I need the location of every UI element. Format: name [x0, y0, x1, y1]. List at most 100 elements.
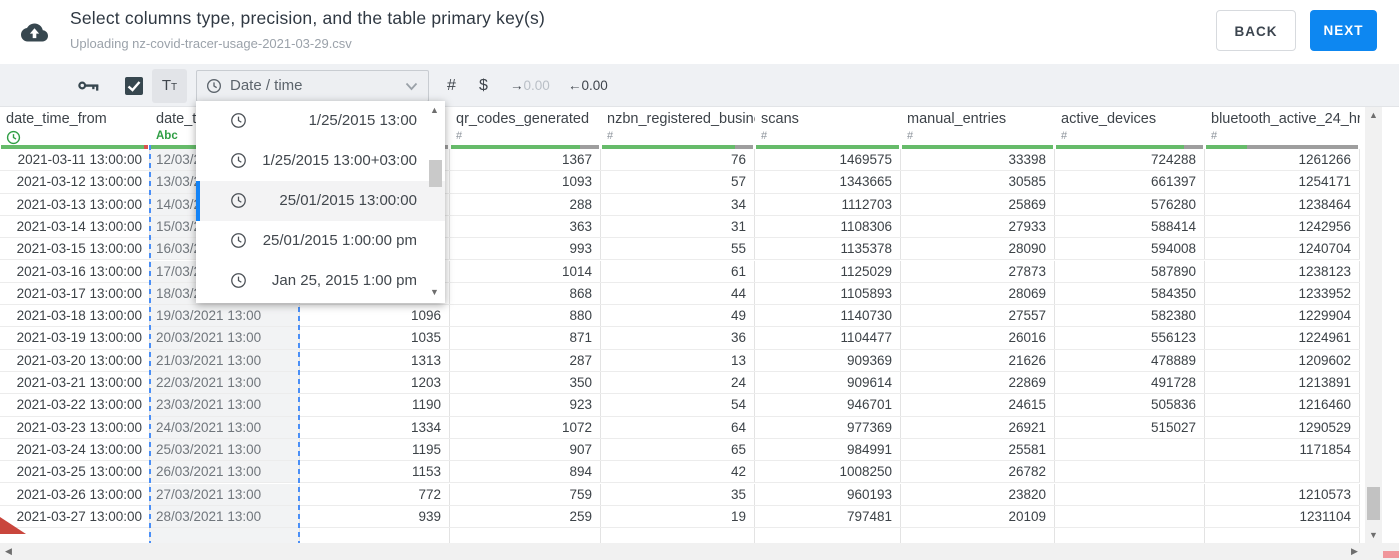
table-cell: 24/03/2021 13:00 — [150, 416, 300, 438]
type-option[interactable]: 25/01/2015 13:00:00 — [196, 181, 445, 221]
table-cell: 1229904 — [1205, 305, 1360, 327]
table-cell: 582380 — [1055, 305, 1205, 327]
vertical-scrollbar[interactable]: ▲ ▼ — [1365, 107, 1382, 543]
table-cell: 1093 — [450, 171, 601, 193]
table-cell — [300, 528, 450, 543]
type-option-label: 25/01/2015 13:00:00 — [279, 192, 417, 209]
horizontal-scroll-thumb[interactable] — [1383, 551, 1399, 558]
table-cell — [601, 528, 755, 543]
table-row: 2021-03-21 13:00:00 22/03/2021 13:00 1203 3… — [0, 372, 1360, 395]
table-cell: 939 — [300, 505, 450, 528]
table-cell: 724288 — [1055, 149, 1205, 171]
clock-icon — [231, 113, 246, 128]
table-cell: 1171854 — [1205, 438, 1360, 461]
row-limit-marker — [0, 517, 26, 534]
table-cell: 26782 — [901, 461, 1055, 483]
vertical-scroll-thumb[interactable] — [1367, 487, 1380, 520]
table-cell: 907 — [450, 438, 601, 461]
table-cell: 28069 — [901, 282, 1055, 305]
table-cell: 288 — [450, 193, 601, 215]
table-cell: 49 — [601, 305, 755, 327]
type-option-label: 1/25/2015 13:00+03:00 — [262, 152, 417, 169]
table-cell: 1096 — [300, 305, 450, 327]
type-option[interactable]: 1/25/2015 13:00+03:00 — [196, 141, 445, 181]
type-option-label: 1/25/2015 13:00 — [308, 112, 417, 129]
table-cell: 1231104 — [1205, 505, 1360, 528]
table-cell: 2021-03-19 13:00:00 — [0, 327, 150, 349]
table-cell: 1242956 — [1205, 215, 1360, 238]
type-option[interactable]: Jan 25, 2015 1:00 pm — [196, 261, 445, 301]
table-cell: 2021-03-13 13:00:00 — [0, 193, 150, 215]
table-cell: 33398 — [901, 149, 1055, 171]
table-cell: 1224961 — [1205, 327, 1360, 349]
table-cell: 2021-03-26 13:00:00 — [0, 483, 150, 505]
table-cell: 34 — [601, 193, 755, 215]
table-row: 2021-03-24 13:00:00 25/03/2021 13:00 1195 9… — [0, 438, 1360, 462]
table-cell: 2021-03-18 13:00:00 — [0, 305, 150, 327]
table-row: 2021-03-18 13:00:00 19/03/2021 13:00 1096 8… — [0, 305, 1360, 328]
table-cell: 36 — [601, 327, 755, 349]
table-cell: 491728 — [1055, 372, 1205, 394]
table-cell: 1313 — [300, 349, 450, 371]
table-cell: 22869 — [901, 372, 1055, 394]
scroll-up-arrow[interactable]: ▲ — [1365, 110, 1382, 120]
dropdown-scroll-thumb[interactable] — [429, 160, 442, 187]
table-cell: 1153 — [300, 461, 450, 483]
table-cell: 27933 — [901, 215, 1055, 238]
type-option[interactable]: 25/01/2015 1:00:00 pm — [196, 221, 445, 261]
table-cell: 1104477 — [755, 327, 901, 349]
clock-icon — [231, 153, 246, 168]
table-cell: 1240704 — [1205, 238, 1360, 260]
table-cell: 2021-03-17 13:00:00 — [0, 282, 150, 305]
table-cell: 24 — [601, 372, 755, 394]
table-row — [0, 528, 1360, 543]
scroll-left-arrow[interactable]: ◀ — [0, 546, 17, 557]
table-cell: 259 — [450, 505, 601, 528]
table-cell: 1334 — [300, 416, 450, 438]
table-cell: 61 — [601, 260, 755, 282]
table-cell — [150, 528, 300, 543]
table-cell: 984991 — [755, 438, 901, 461]
table-cell: 25869 — [901, 193, 1055, 215]
table-cell: 1195 — [300, 438, 450, 461]
table-row: 2021-03-27 13:00:00 28/03/2021 13:00 939 25… — [0, 505, 1360, 529]
type-option[interactable]: 1/25/2015 13:00 — [196, 101, 445, 141]
table-cell: 576280 — [1055, 193, 1205, 215]
table-cell: 993 — [450, 238, 601, 260]
table-cell: 27/03/2021 13:00 — [150, 483, 300, 505]
table-cell: 868 — [450, 282, 601, 305]
scroll-right-arrow[interactable]: ▶ — [1346, 546, 1363, 557]
horizontal-scrollbar[interactable]: ◀ ▶ — [0, 543, 1399, 560]
table-cell: 28/03/2021 13:00 — [150, 505, 300, 528]
table-cell: 2021-03-23 13:00:00 — [0, 416, 150, 438]
table-cell: 478889 — [1055, 349, 1205, 371]
table-cell: 1008250 — [755, 461, 901, 483]
table-cell: 772 — [300, 483, 450, 505]
table-cell: 27873 — [901, 260, 1055, 282]
scroll-down-arrow[interactable]: ▼ — [1365, 530, 1382, 540]
table-cell — [1055, 505, 1205, 528]
table-cell: 759 — [450, 483, 601, 505]
dropdown-scroll-down-arrow[interactable]: ▼ — [426, 287, 443, 297]
table-cell — [755, 528, 901, 543]
table-cell: 1367 — [450, 149, 601, 171]
table-cell: 19/03/2021 13:00 — [150, 305, 300, 327]
table-cell: 2021-03-16 13:00:00 — [0, 260, 150, 282]
table-cell: 1343665 — [755, 171, 901, 193]
table-cell: 57 — [601, 171, 755, 193]
table-cell: 26016 — [901, 327, 1055, 349]
table-cell: 287 — [450, 349, 601, 371]
table-cell: 54 — [601, 394, 755, 416]
table-cell: 1213891 — [1205, 372, 1360, 394]
table-cell: 584350 — [1055, 282, 1205, 305]
table-cell — [901, 528, 1055, 543]
table-cell: 2021-03-14 13:00:00 — [0, 215, 150, 238]
table-cell: 55 — [601, 238, 755, 260]
table-cell: 1072 — [450, 416, 601, 438]
table-cell: 587890 — [1055, 260, 1205, 282]
table-cell: 880 — [450, 305, 601, 327]
table-cell: 363 — [450, 215, 601, 238]
table-cell: 26921 — [901, 416, 1055, 438]
table-cell: 19 — [601, 505, 755, 528]
date-format-dropdown-panel: ▲ 1/25/2015 13:00 1/25/2015 13:00+03:00 25… — [196, 101, 445, 303]
